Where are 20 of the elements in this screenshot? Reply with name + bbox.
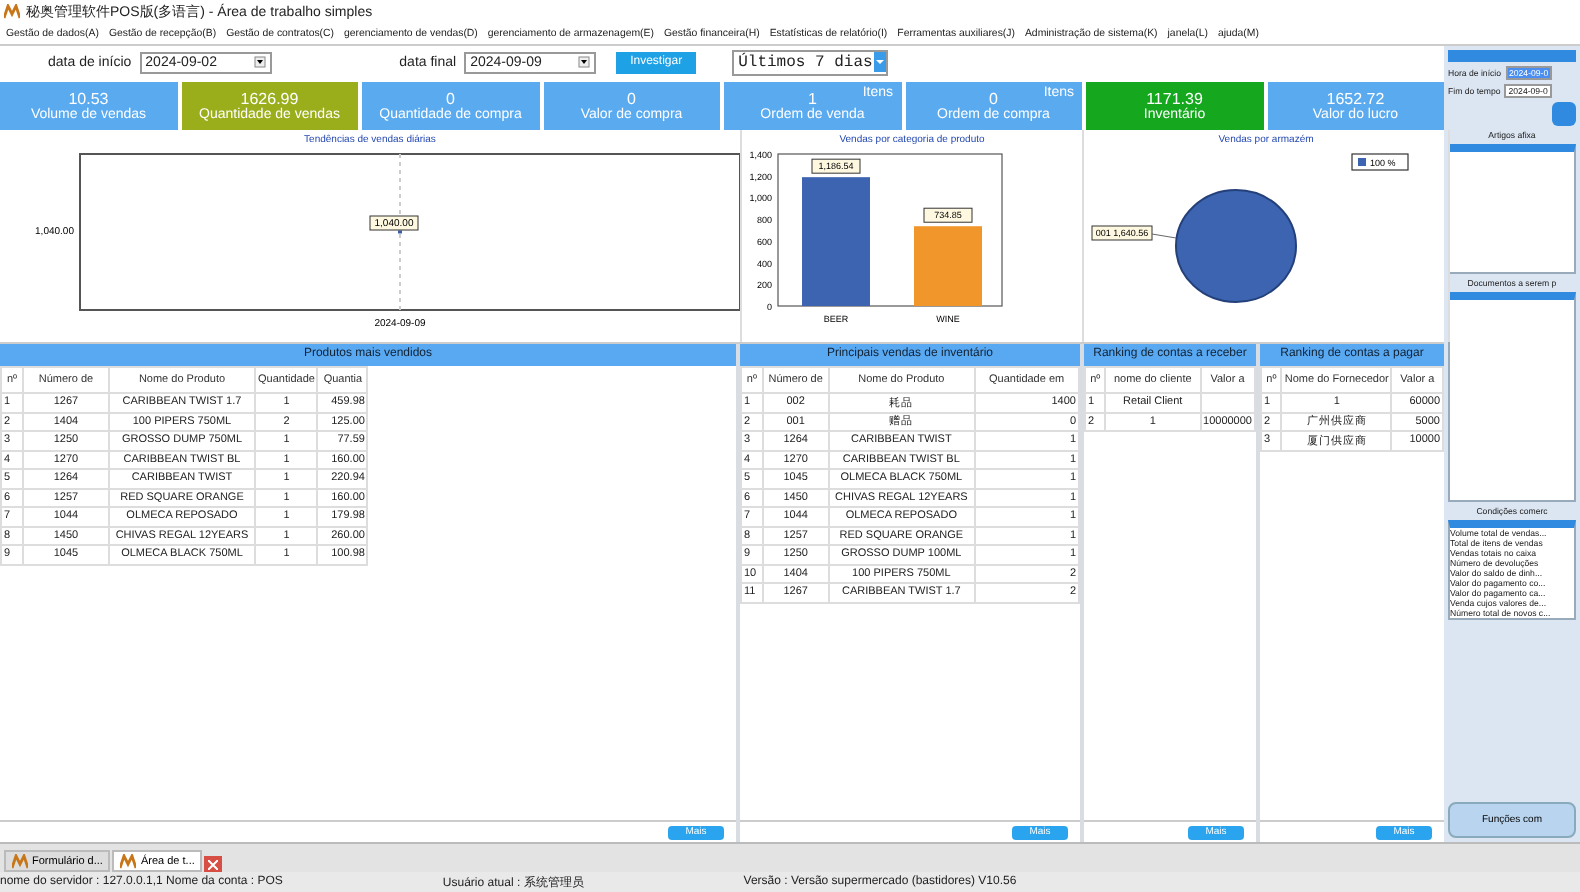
app-logo-icon [120, 853, 137, 869]
kpi-value: 1 [808, 90, 817, 108]
bar [802, 177, 870, 306]
kpi-value: 0 [446, 90, 455, 108]
kpi-value: 0 [989, 90, 998, 108]
app-logo-icon [4, 3, 20, 19]
period-dropdown[interactable]: Últimos 7 dias [732, 49, 889, 75]
kpi-value: 1626.99 [240, 90, 299, 108]
app-logo-icon [12, 853, 28, 869]
notice-list [1448, 144, 1576, 274]
kpi-value: 1652.72 [1326, 90, 1385, 108]
caret-icon[interactable] [253, 56, 266, 68]
kpi-value: 1171.39 [1146, 90, 1203, 108]
close-icon[interactable] [204, 856, 223, 872]
kpi-value: 0 [627, 90, 636, 108]
pie-slice [1175, 189, 1297, 303]
query-button[interactable] [1552, 102, 1576, 126]
kpi-value: 10.53 [68, 90, 109, 108]
bar [914, 226, 982, 306]
caret-icon[interactable] [578, 56, 591, 68]
